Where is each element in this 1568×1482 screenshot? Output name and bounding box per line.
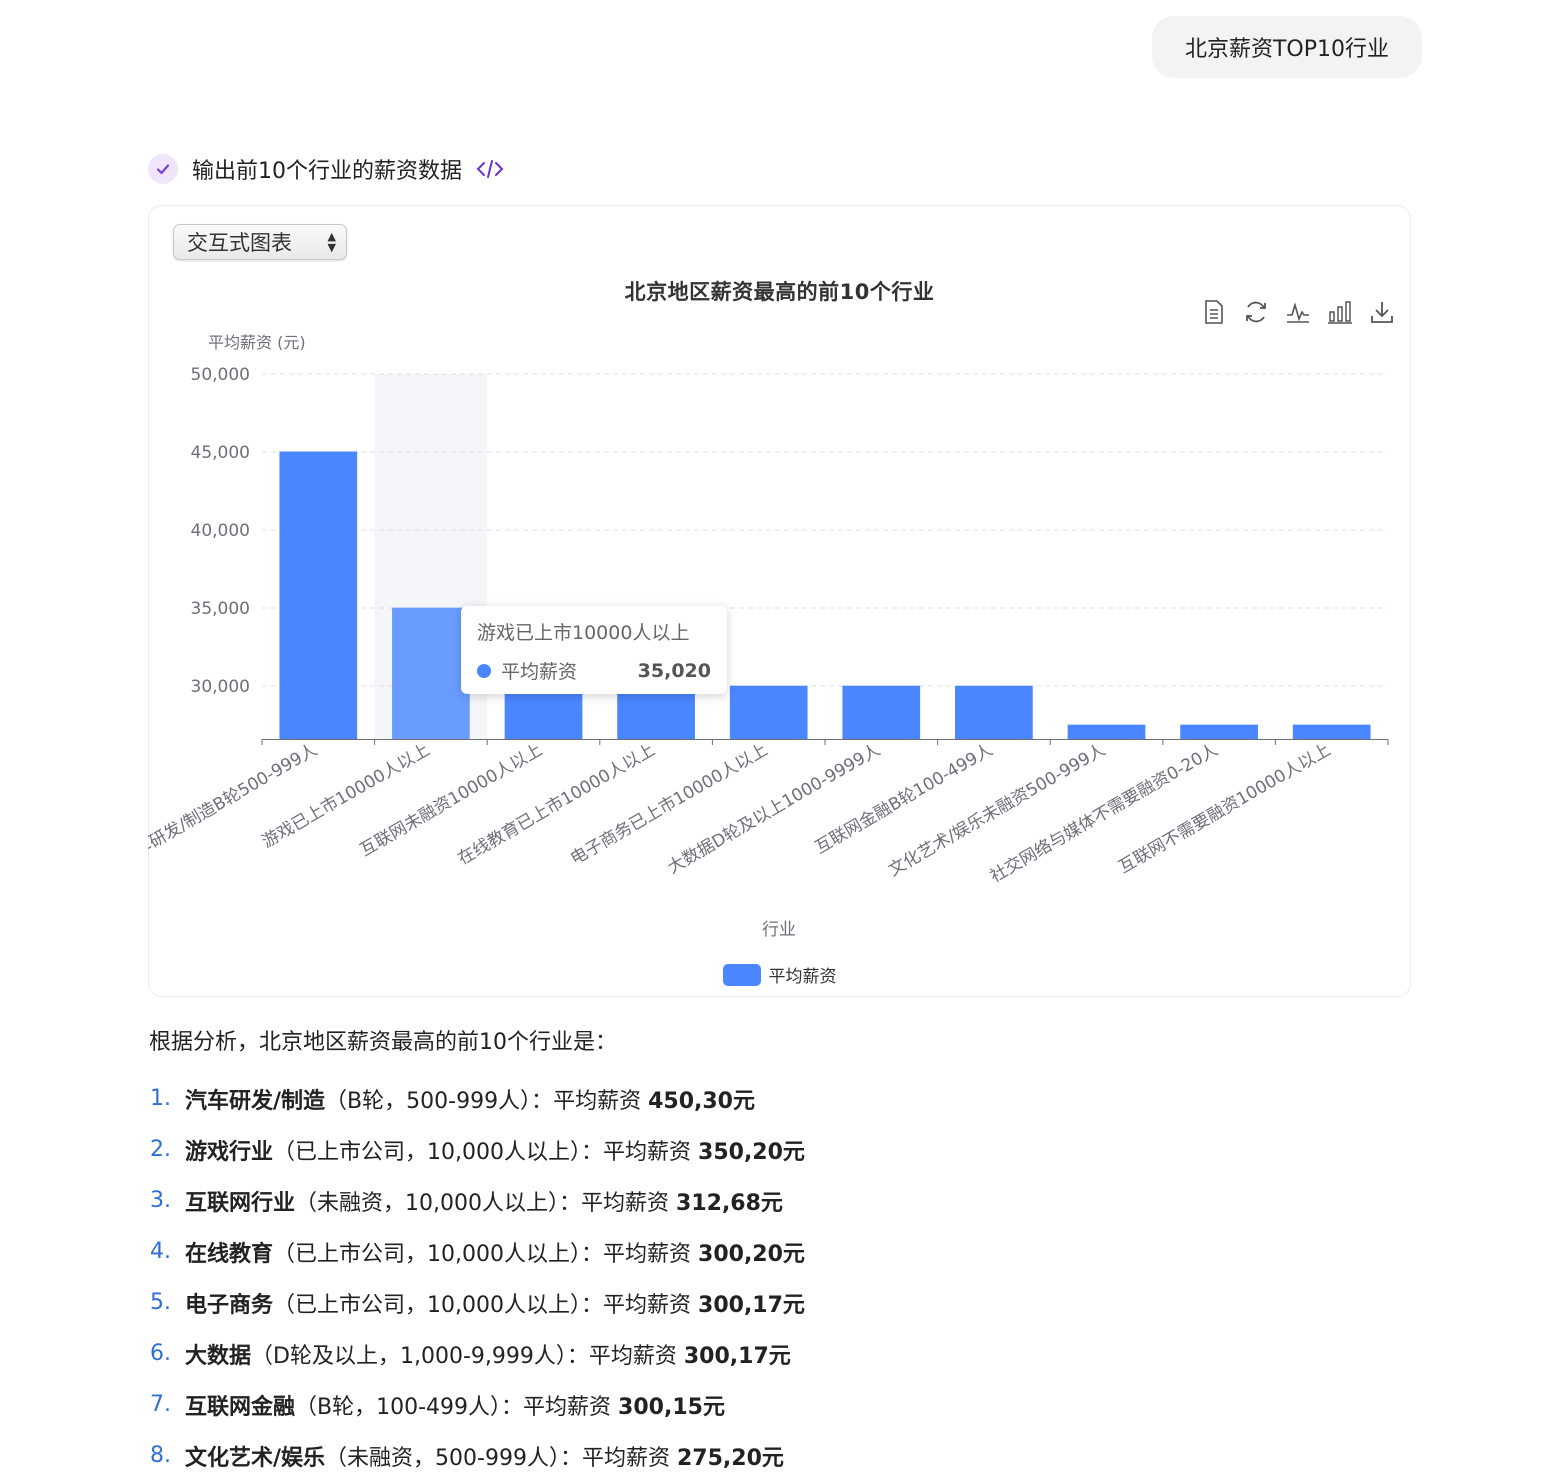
bar [279,451,358,739]
list-item-detail: （未融资，10,000人以上）： [295,1190,581,1216]
bar [392,607,470,739]
bar-chart: 50,000 45,000 40,000 35,000 30,000 平均薪资 (元) 汽车… [148,333,1389,940]
tooltip-series-name: 平均薪资 [501,661,578,683]
list-item-label: 平均薪资 [581,1445,670,1471]
x-axis-label: 行业 [762,920,796,940]
code-icon[interactable] [476,158,504,180]
list-item: 1. 汽车研发/制造 （B轮，500-999人）： 平均薪资 450,30元 [150,1073,805,1124]
y-axis-label: 平均薪资 (元) [208,333,306,352]
list-item-detail: （B轮，500-999人）： [325,1088,554,1114]
list-item-value: 300,15元 [618,1394,725,1420]
list-item-label: 平均薪资 [603,1292,692,1318]
step-status: 输出前10个行业的薪资数据 [148,152,504,186]
step-text: 输出前10个行业的薪资数据 [192,159,462,184]
tooltip-value: 35,020 [637,659,711,682]
list-item-value: 350,20元 [698,1139,805,1165]
x-tick-label: 互联网未融资10000人以上 [357,740,546,861]
list-item-name: 互联网金融 [185,1394,296,1420]
chart-type-select-value: 交互式图表 [187,231,292,255]
list-item-detail: （已上市公司，10,000人以上）： [273,1292,603,1318]
x-tick-label: 汽车研发/制造B轮500-999人 [148,740,321,870]
list-item-value: 275,20元 [676,1445,784,1471]
list-item: 5. 电子商务 （已上市公司，10,000人以上）： 平均薪资 300,17元 [150,1277,805,1328]
bar [729,685,808,739]
y-tick-label: 45,000 [191,443,250,463]
bar [842,685,921,739]
legend-label: 平均薪资 [768,967,837,987]
tooltip-series-dot [477,663,491,678]
list-item-number: 4. [150,1239,171,1264]
list-item-value: 300,20元 [698,1241,805,1267]
list-item-label: 平均薪资 [603,1139,692,1165]
list-item-value: 300,17元 [683,1343,791,1369]
list-item-value: 312,68元 [676,1190,783,1216]
bar [1292,724,1371,739]
list-item-name: 电子商务 [185,1292,274,1318]
select-arrows-icon: ▲ ▼ [327,230,336,254]
list-item-label: 平均薪资 [603,1241,692,1267]
list-item-number: 5. [150,1290,171,1315]
list-item-number: 6. [150,1341,171,1366]
analysis-intro: 根据分析，北京地区薪资最高的前10个行业是： [149,1030,617,1055]
bar [955,685,1033,739]
x-tick-label: 互联网不需要融资10000人以上 [1115,740,1334,878]
y-tick-label: 35,000 [191,599,250,619]
list-item-label: 平均薪资 [588,1343,677,1369]
user-message-text: 北京薪资TOP10行业 [1184,37,1390,62]
list-item-label: 平均薪资 [553,1088,642,1114]
y-tick-label: 50,000 [191,365,250,385]
list-item-label: 平均薪资 [581,1190,670,1216]
tooltip-title: 游戏已上市10000人以上 [477,622,690,644]
list-item-label: 平均薪资 [523,1394,612,1420]
list-item-number: 8. [150,1443,171,1468]
chart-tooltip: 游戏已上市10000人以上 平均薪资 35,020 [461,606,727,694]
x-tick-label: 互联网金融B轮100-499人 [812,740,997,858]
list-item-number: 7. [150,1392,171,1417]
list-item-detail: （B轮，100-499人）： [295,1394,524,1420]
list-item: 7. 互联网金融 （B轮，100-499人）： 平均薪资 300,15元 [150,1379,805,1430]
chart-type-select[interactable]: 交互式图表 ▲ ▼ [173,224,347,260]
list-item-detail: （已上市公司，10,000人以上）： [273,1241,603,1267]
check-icon [148,154,178,184]
analysis-list: 1. 汽车研发/制造 （B轮，500-999人）： 平均薪资 450,30元 2. 游戏行… [150,1073,805,1481]
bar [1067,724,1146,739]
list-item-name: 在线教育 [185,1241,274,1267]
list-item-number: 1. [150,1086,171,1111]
list-item: 2. 游戏行业 （已上市公司，10,000人以上）： 平均薪资 350,20元 [150,1124,805,1175]
x-tick-label: 大数据D轮及以上1000-9999人 [664,740,883,878]
list-item: 3. 互联网行业 （未融资，10,000人以上）： 平均薪资 312,68元 [150,1175,805,1226]
list-item-value: 450,30元 [648,1088,755,1114]
y-tick-label: 30,000 [191,677,250,697]
legend-swatch [722,963,761,986]
list-item-name: 大数据 [185,1343,252,1369]
x-tick-label: 在线教育已上市10000人以上 [455,740,659,869]
list-item-detail: （D轮及以上，1,000-9,999人）： [251,1343,589,1369]
list-item-number: 2. [150,1137,171,1162]
chart-legend[interactable]: 平均薪资 [148,962,1411,987]
x-tick-label: 文化艺术/娱乐未融资500-999人 [885,740,1109,881]
list-item-detail: （已上市公司，10,000人以上）： [273,1139,603,1165]
list-item-name: 汽车研发/制造 [185,1088,326,1114]
list-item-number: 3. [150,1188,171,1213]
x-tick-label: 电子商务已上市10000人以上 [567,740,771,869]
list-item-detail: （未融资，500-999人）： [325,1445,582,1471]
list-item-name: 游戏行业 [185,1139,274,1165]
list-item: 8. 文化艺术/娱乐 （未融资，500-999人）： 平均薪资 275,20元 [150,1430,805,1481]
user-message-bubble: 北京薪资TOP10行业 [1152,16,1422,78]
list-item: 4. 在线教育 （已上市公司，10,000人以上）： 平均薪资 300,20元 [150,1226,805,1277]
list-item-name: 互联网行业 [185,1190,296,1216]
list-item-value: 300,17元 [698,1292,805,1318]
x-tick-label: 社交网络与媒体不需要融资0-20人 [987,740,1222,887]
bar [1180,724,1258,739]
list-item: 6. 大数据 （D轮及以上，1,000-9,999人）： 平均薪资 300,17元 [150,1328,805,1379]
y-tick-label: 40,000 [191,521,250,541]
list-item-name: 文化艺术/娱乐 [185,1445,326,1471]
